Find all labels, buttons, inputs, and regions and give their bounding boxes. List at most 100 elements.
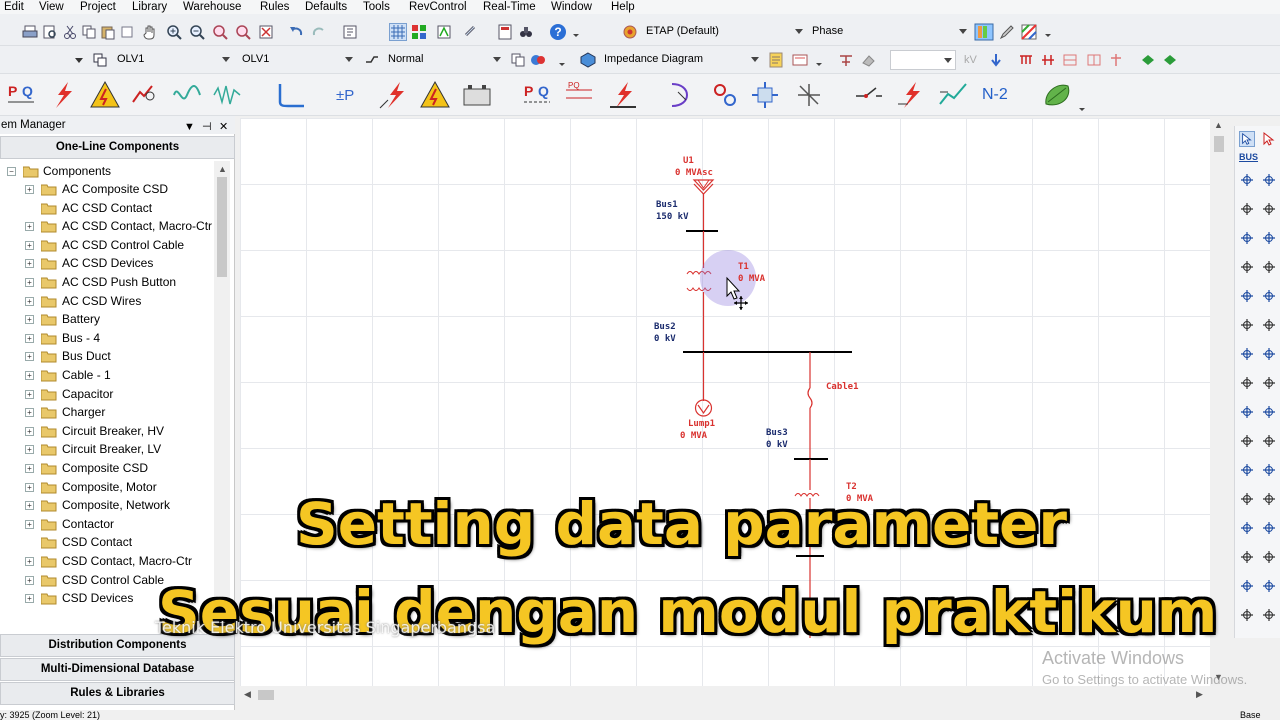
print-icon[interactable] (22, 24, 38, 40)
expand-icon[interactable]: + (25, 464, 34, 473)
toolbar3-overflow-icon[interactable] (558, 55, 566, 67)
zoom-out-icon[interactable] (189, 24, 205, 40)
fuse-tool-icon[interactable] (1261, 230, 1277, 246)
tree-item[interactable]: + AC CSD Contact, Macro-Ctr (0, 217, 222, 235)
undo-icon[interactable] (288, 24, 304, 40)
motor-acceleration-icon[interactable] (130, 80, 160, 110)
tree-item[interactable]: + Battery (0, 310, 222, 328)
dc-arc-flash-icon[interactable] (420, 80, 450, 110)
arc-flash-icon[interactable] (90, 80, 120, 110)
pencil-icon[interactable] (999, 24, 1015, 40)
expand-icon[interactable]: + (25, 575, 34, 585)
config-combo-2[interactable]: OLV1 (238, 50, 356, 70)
canvas-scroll-left-icon[interactable]: ◀ (244, 689, 251, 700)
copy-icon[interactable] (81, 24, 97, 40)
switch-tool-icon[interactable] (1261, 259, 1277, 275)
dc-motor-tool-icon[interactable] (1239, 549, 1255, 565)
panel-scrollbar[interactable]: ▲ (214, 161, 230, 613)
mode-combo[interactable]: Normal (384, 50, 504, 70)
menu-library[interactable]: Library (132, 0, 167, 14)
panel-scroll-thumb[interactable] (217, 177, 227, 277)
one-line-components-header[interactable]: One-Line Components (0, 136, 235, 159)
panel-pin-icon[interactable]: ⊣ (202, 118, 212, 136)
tree-item[interactable]: + AC CSD Wires (0, 292, 222, 310)
ground-tool-icon[interactable] (1261, 288, 1277, 304)
config-combo-1[interactable]: OLV1 (113, 50, 233, 70)
eraser-icon[interactable] (860, 52, 876, 68)
scenario-wizard-icon[interactable] (1042, 80, 1072, 110)
tree-item[interactable]: + Bus - 4 (0, 329, 222, 347)
switching-sequence-icon[interactable] (854, 80, 884, 110)
zoom-fit-icon[interactable] (212, 24, 228, 40)
n2-contingency-button[interactable]: N-2 (982, 86, 1008, 104)
power-calculator-icon[interactable] (497, 24, 513, 40)
relay-tool-icon[interactable] (1239, 288, 1255, 304)
filter-tool-icon[interactable] (1261, 375, 1277, 391)
expand-icon[interactable]: + (25, 501, 34, 511)
tree-item[interactable]: + Capacitor (0, 385, 222, 403)
dropdown-arrow-icon[interactable] (74, 55, 84, 65)
menu-edit[interactable]: Edit (4, 0, 24, 14)
mov-tool-icon[interactable] (1261, 404, 1277, 420)
cable1-symbol[interactable] (807, 387, 813, 409)
tie-icon[interactable] (1062, 52, 1078, 68)
ground-grid-icon[interactable] (608, 80, 638, 110)
utility-u1-symbol[interactable] (692, 179, 715, 195)
harmonic-icon[interactable] (172, 80, 202, 110)
meter-icon[interactable] (1108, 52, 1124, 68)
battery-tool-icon[interactable] (1261, 462, 1277, 478)
canvas-horizontal-scrollbar[interactable]: ◀ ▶ (240, 686, 1210, 704)
notes-icon[interactable] (768, 52, 784, 68)
menu-project[interactable]: Project (80, 0, 116, 14)
energize-green-2-icon[interactable] (1162, 52, 1178, 68)
expand-icon[interactable]: + (25, 278, 34, 287)
menu-revcontrol[interactable]: RevControl (409, 0, 467, 14)
inverter-tool-icon[interactable] (1239, 520, 1255, 536)
kv-combo[interactable] (890, 50, 956, 70)
diagram-type-icon[interactable] (580, 52, 596, 68)
toolbar2-overflow-icon[interactable] (1044, 26, 1052, 38)
arrow-down-icon[interactable] (988, 52, 1004, 68)
reactor-tool-icon[interactable] (1239, 201, 1255, 217)
expand-icon[interactable]: + (25, 445, 34, 455)
tree-item[interactable]: + Composite, Motor (0, 478, 222, 496)
collapse-icon[interactable]: − (7, 167, 16, 176)
tree-item[interactable]: + Composite CSD (0, 459, 222, 477)
presentation-icon[interactable] (622, 24, 638, 40)
menu-view[interactable]: View (39, 0, 64, 14)
vfd-tool-icon[interactable] (1261, 491, 1277, 507)
dc-short-circuit-icon[interactable]: PQ (564, 80, 594, 110)
capacitor-tool-icon[interactable] (1239, 375, 1255, 391)
cable-pulling-icon[interactable] (668, 80, 698, 110)
pt-tool-icon[interactable] (1261, 433, 1277, 449)
expand-icon[interactable]: + (25, 519, 34, 529)
panel-tool-icon[interactable] (1239, 404, 1255, 420)
diagram-combo[interactable]: Impedance Diagram (600, 50, 762, 70)
menu-defaults[interactable]: Defaults (305, 0, 347, 14)
tree-item[interactable]: + Bus Duct (0, 347, 222, 365)
tree-item[interactable]: + Cable - 1 (0, 366, 222, 384)
line-style-icon[interactable] (364, 52, 380, 68)
theme-color-icon[interactable] (974, 23, 994, 41)
expand-icon[interactable]: + (25, 333, 34, 343)
lumped-load-symbol[interactable] (694, 399, 713, 417)
pan-hand-icon[interactable] (142, 24, 158, 40)
find-icon[interactable] (518, 24, 534, 40)
network-tool-icon[interactable] (1239, 607, 1255, 623)
tree-item[interactable]: AC CSD Contact (0, 199, 222, 217)
fault-icon[interactable] (896, 80, 926, 110)
breaker-tool-icon[interactable] (1239, 259, 1255, 275)
multi-dimensional-database-header[interactable]: Multi-Dimensional Database (0, 658, 235, 681)
motor-tool-icon[interactable] (1239, 317, 1255, 333)
canvas-hscroll-thumb[interactable] (258, 690, 274, 700)
expand-icon[interactable]: + (25, 315, 34, 325)
generator-tool-icon[interactable] (1261, 317, 1277, 333)
menu-tools[interactable]: Tools (363, 0, 390, 14)
palette-icon[interactable] (1021, 24, 1037, 40)
select-pointer-icon[interactable] (1239, 131, 1255, 147)
tree-item[interactable]: + Circuit Breaker, HV (0, 422, 222, 440)
tree-item[interactable]: + Composite, Network (0, 496, 222, 514)
tree-item[interactable]: + Contactor (0, 515, 222, 533)
tree-item[interactable]: + AC CSD Push Button (0, 273, 222, 291)
expand-icon[interactable]: + (25, 352, 34, 362)
